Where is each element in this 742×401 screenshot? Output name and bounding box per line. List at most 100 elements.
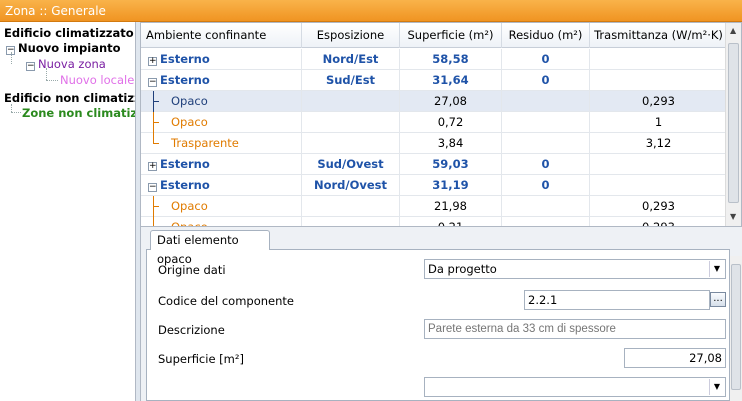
table-row[interactable]: Opaco 21,98 0,293 — [141, 196, 727, 217]
tree-connector — [153, 101, 159, 102]
cell-trasmittanza — [590, 154, 727, 175]
cell-text: Opaco — [171, 199, 208, 213]
tab-opaque-element[interactable]: Dati elemento opaco — [150, 230, 270, 266]
origin-select[interactable]: Da progetto ▼ — [424, 259, 726, 279]
expand-icon[interactable]: + — [148, 162, 157, 171]
tree-connector — [11, 52, 12, 64]
zone-tree: Edificio climatizzato − Nuovo impianto − N… — [0, 22, 136, 401]
tree-connector — [46, 80, 58, 81]
tree-item-building-heated[interactable]: Edificio climatizzato — [4, 26, 134, 40]
table-row[interactable]: Opaco 27,08 0,293 — [141, 91, 727, 112]
tree-item-new-zone[interactable]: − Nuova zona — [26, 57, 106, 71]
cell-esposizione — [302, 91, 400, 112]
tree-item-new-plant[interactable]: − Nuovo impianto — [6, 41, 121, 55]
cell-trasmittanza: 1 — [654, 115, 663, 129]
tree-connector — [153, 217, 154, 226]
scroll-up-icon[interactable]: ▲ — [730, 26, 736, 35]
cell-text: Esterno — [160, 157, 210, 171]
cell-superficie: 27,08 — [400, 91, 502, 112]
column-header-ambiente[interactable]: Ambiente confinante — [141, 23, 302, 48]
scrollbar-thumb[interactable] — [728, 43, 739, 203]
cell-text: Opaco — [171, 115, 208, 129]
table-row-group[interactable]: − Esterno Sud/Est 31,64 0 — [141, 70, 727, 91]
cell-ambiente: − Esterno — [141, 175, 302, 196]
collapse-icon[interactable]: − — [148, 78, 157, 87]
cell-esposizione — [302, 112, 400, 133]
tree-item-building-unheated[interactable]: Edificio non climatizzato — [4, 91, 135, 105]
surface-field[interactable]: 27,08 — [624, 348, 726, 368]
tree-item-label: Nuovo locale — [60, 73, 135, 87]
component-code-field[interactable]: 2.2.1 — [524, 290, 710, 310]
tree-item-new-room[interactable]: Nuovo locale — [60, 73, 134, 87]
column-header-residuo[interactable]: Residuo (m²) — [502, 23, 590, 48]
panel-scrollbar[interactable] — [730, 256, 742, 401]
tree-connector — [46, 68, 47, 80]
cell-text: Opaco — [171, 220, 208, 227]
cell-residuo: 0 — [502, 175, 590, 196]
cell-superficie: 59,03 — [400, 154, 502, 175]
table-row[interactable]: Opaco 0,72 1 — [141, 112, 727, 133]
cell-superficie: 31,64 — [400, 70, 502, 91]
surface-label: Superficie [m²] — [158, 352, 244, 366]
column-header-esposizione[interactable]: Esposizione — [302, 23, 400, 48]
chevron-down-icon[interactable]: ▼ — [709, 379, 724, 395]
cell-esposizione: Nord/Ovest — [302, 175, 400, 196]
cell-trasmittanza: 0,293 — [642, 199, 675, 213]
cell-ambiente: + Esterno — [141, 154, 302, 175]
origin-label: Origine dati — [158, 263, 226, 277]
cell-text: Esterno — [160, 52, 210, 66]
browse-ellipsis-button[interactable]: ... — [710, 292, 726, 307]
description-input[interactable] — [424, 319, 726, 339]
cell-trasmittanza: 0,293 — [642, 94, 675, 108]
cell-trasmittanza: 3,12 — [645, 136, 672, 150]
scrollbar-thumb[interactable] — [731, 264, 741, 390]
cell-trasmittanza — [590, 70, 727, 91]
cell-esposizione — [302, 217, 400, 226]
cell-residuo: 0 — [502, 154, 590, 175]
collapse-icon[interactable]: − — [148, 183, 157, 192]
tree-item-label: Nuova zona — [38, 57, 106, 71]
cell-superficie: 3,84 — [400, 133, 502, 154]
description-label: Descrizione — [158, 323, 225, 337]
tree-item-label: Edificio non climatizzato — [4, 91, 135, 105]
table-row[interactable]: Trasparente 3,84 3,12 — [141, 133, 727, 154]
cell-superficie: 31,19 — [400, 175, 502, 196]
table-row-group[interactable]: + Esterno Nord/Est 58,58 0 — [141, 49, 727, 70]
tree-connector — [153, 143, 159, 144]
expand-icon[interactable]: + — [148, 57, 157, 66]
scroll-down-icon[interactable]: ▼ — [730, 212, 736, 221]
table-row[interactable]: Opaco 0,21 0,293 — [141, 217, 727, 227]
cell-trasmittanza — [590, 175, 727, 196]
cell-residuo: 0 — [502, 49, 590, 70]
cell-ambiente: Opaco — [141, 91, 302, 112]
tree-item-unheated-zones[interactable]: Zone non climatizzate — [22, 106, 135, 120]
cell-ambiente: Opaco — [141, 217, 302, 227]
table-row-group[interactable]: − Esterno Nord/Ovest 31,19 0 — [141, 175, 727, 196]
column-header-trasmittanza[interactable]: Trasmittanza (W/m²·K) — [590, 23, 727, 48]
cell-ambiente: Opaco — [141, 112, 302, 133]
tree-connector — [11, 112, 21, 113]
cell-superficie: 0,21 — [400, 217, 502, 226]
column-header-superficie[interactable]: Superficie (m²) — [400, 23, 502, 48]
table-row-group[interactable]: + Esterno Sud/Ovest 59,03 0 — [141, 154, 727, 175]
cell-residuo: 0 — [502, 70, 590, 91]
chevron-down-icon[interactable]: ▼ — [709, 261, 724, 277]
cell-esposizione: Nord/Est — [302, 49, 400, 70]
cell-esposizione: Sud/Est — [302, 70, 400, 91]
cell-residuo — [502, 112, 590, 133]
tree-connector — [153, 122, 159, 123]
cell-ambiente: − Esterno — [141, 70, 302, 91]
cell-residuo — [502, 196, 590, 217]
cell-residuo — [502, 91, 590, 112]
tree-item-label: Zone non climatizzate — [22, 106, 135, 120]
grid-header: Ambiente confinante Esposizione Superfic… — [141, 23, 727, 48]
grid-scrollbar[interactable]: ▲ ▼ — [725, 23, 741, 226]
tree-connector — [11, 104, 12, 112]
tree-item-label: Edificio climatizzato — [4, 26, 134, 40]
boundary-grid: Ambiente confinante Esposizione Superfic… — [140, 22, 742, 227]
cell-superficie: 21,98 — [400, 196, 502, 217]
cell-superficie: 58,58 — [400, 49, 502, 70]
cell-trasmittanza: 0,293 — [642, 220, 675, 227]
collapse-icon[interactable]: − — [26, 62, 35, 71]
next-field[interactable]: ▼ — [424, 377, 726, 397]
